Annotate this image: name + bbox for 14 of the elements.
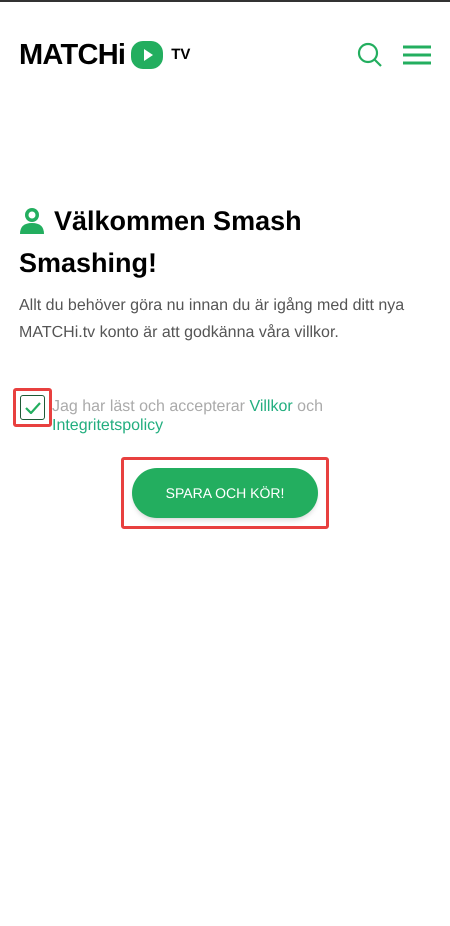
checkbox[interactable]	[20, 395, 45, 420]
consent-text: Jag har läst och accepterar Villkor och Integritetspolicy	[52, 397, 324, 435]
welcome-title: Välkommen Smash Smashing!	[19, 205, 303, 280]
user-icon	[19, 207, 45, 234]
search-icon[interactable]	[357, 42, 383, 68]
logo-text: MATCHi	[19, 40, 126, 70]
intro-text: Allt du behöver göra nu innan du är igång med ditt nya MATCHi.tv konto är att godkänna våra villkor.	[19, 296, 406, 343]
play-icon	[131, 41, 164, 69]
menu-icon[interactable]	[403, 45, 431, 65]
logo-suffix: TV	[171, 44, 190, 65]
submit-button[interactable]: SPARA OCH KÖR!	[132, 468, 318, 518]
checkmark-icon	[24, 402, 40, 414]
privacy-link[interactable]: Integritetspolicy	[52, 417, 164, 434]
terms-link[interactable]: Villkor	[249, 398, 293, 415]
